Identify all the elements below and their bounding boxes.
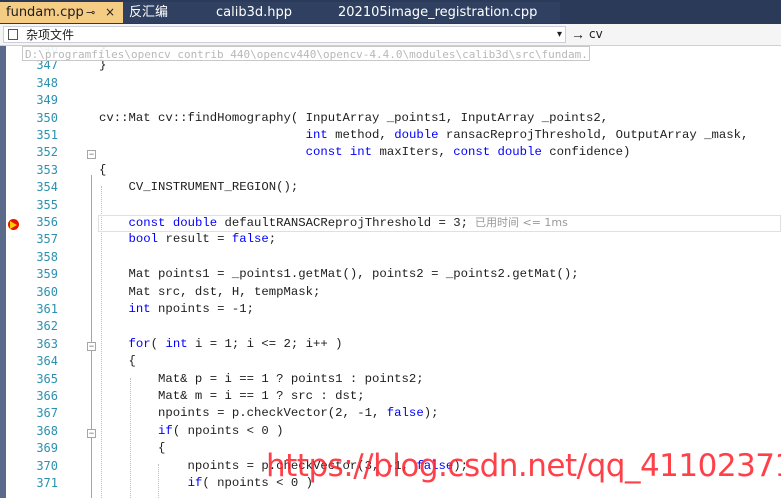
line-number: 355 (36, 197, 58, 212)
code-editor[interactable]: 346}347}348349350cv::Mat cv::findHomogra… (0, 46, 781, 498)
line-number: 367 (36, 406, 58, 421)
code-line[interactable]: 363 for( int i = 1; i <= 2; i++ ) (0, 336, 781, 353)
code-text: if( npoints < 0 ) (158, 423, 284, 438)
document-tab-bar: fundam.cpp ⊸ × 反汇编 calib3d.hpp 202105ima… (0, 0, 781, 24)
code-line[interactable]: 365 Mat& p = i == 1 ? points1 : points2; (0, 371, 781, 388)
code-text: bool result = false; (128, 232, 277, 247)
code-line[interactable]: 355 (0, 197, 781, 214)
code-line[interactable]: 350 cv::Mat cv::findHomography( InputArra… (0, 110, 781, 127)
close-icon[interactable]: × (105, 2, 115, 23)
code-text: { (99, 354, 136, 369)
collapse-icon[interactable]: − (87, 150, 96, 159)
navigation-bar: 杂项文件 ▾ → cv (0, 24, 781, 46)
code-text: int method, double ransacReprojThreshold… (305, 128, 749, 142)
current-line-highlight (98, 215, 781, 232)
code-line[interactable]: 361 int npoints = -1; (0, 301, 781, 318)
tab-fundam-cpp[interactable]: fundam.cpp ⊸ × (0, 2, 123, 23)
code-line[interactable]: 362 (0, 318, 781, 335)
tab-label: calib3d.hpp (216, 5, 292, 20)
tab-label: 反汇编 (129, 5, 169, 20)
tab-image-registration-cpp[interactable]: 202105image_registration.cpp (332, 2, 560, 23)
line-number: 354 (36, 180, 58, 195)
line-number: 361 (36, 302, 58, 316)
collapse-icon[interactable]: − (87, 429, 96, 438)
line-number: 359 (36, 267, 58, 282)
line-number: 360 (36, 284, 58, 299)
code-text: cv::Mat cv::findHomography( InputArray _… (99, 110, 609, 125)
code-line[interactable]: 352 const int maxIters, const double con… (0, 144, 781, 161)
tab-disassembly[interactable]: 反汇编 (123, 2, 210, 23)
line-number: 349 (36, 93, 58, 108)
line-number: 366 (36, 389, 58, 403)
line-number: 351 (36, 128, 58, 142)
line-number: 370 (36, 458, 58, 473)
line-number: 368 (36, 423, 58, 438)
code-text: Mat& m = i == 1 ? src : dst; (99, 389, 365, 403)
line-number: 369 (36, 441, 58, 456)
code-text: Mat points1 = _points1.getMat(), points2… (99, 267, 579, 282)
member-scope-label[interactable]: cv (589, 24, 603, 45)
file-icon (8, 29, 18, 40)
tab-label: fundam.cpp (6, 5, 84, 20)
tab-calib3d-hpp[interactable]: calib3d.hpp (210, 2, 332, 23)
chevron-down-icon[interactable]: ▾ (557, 27, 562, 43)
code-text: { (99, 441, 166, 456)
code-line[interactable]: 348 (0, 75, 781, 92)
code-line[interactable]: 367 npoints = p.checkVector(2, -1, false… (0, 405, 781, 422)
line-number: 353 (36, 162, 58, 177)
code-text: for( int i = 1; i <= 2; i++ ) (128, 336, 343, 351)
line-number: 348 (36, 75, 58, 90)
code-line[interactable]: 364 { (0, 353, 781, 370)
code-line[interactable]: 368 if( npoints < 0 ) (0, 423, 781, 440)
code-line[interactable]: 351 int method, double ransacReprojThres… (0, 127, 781, 144)
line-number: 352 (36, 145, 58, 160)
line-number: 363 (36, 336, 58, 351)
code-line[interactable]: 353 { (0, 162, 781, 179)
code-line[interactable]: 357 bool result = false; (0, 231, 781, 248)
collapse-icon[interactable]: − (87, 342, 96, 351)
line-number: 365 (36, 371, 58, 386)
line-number: 358 (36, 249, 58, 264)
instruction-pointer-icon (10, 221, 17, 229)
code-line[interactable]: 360 Mat src, dst, H, tempMask; (0, 284, 781, 301)
tab-label: 202105image_registration.cpp (338, 5, 538, 20)
line-number: 350 (36, 110, 58, 125)
line-number: 357 (36, 232, 58, 247)
watermark: https://blog.csdn.net/qq_41102371 (266, 448, 781, 484)
project-scope-dropdown[interactable]: 杂项文件 ▾ (3, 26, 566, 43)
code-text: Mat& p = i == 1 ? points1 : points2; (99, 371, 424, 386)
scope-label: 杂项文件 (26, 28, 75, 42)
pin-icon[interactable]: ⊸ (86, 2, 95, 23)
code-text: { (99, 162, 107, 177)
code-text: Mat src, dst, H, tempMask; (99, 284, 321, 299)
file-path-tooltip: D:\programfiles\opencv_contrib_440\openc… (22, 46, 590, 61)
arrow-right-icon: → (571, 26, 585, 42)
code-line[interactable]: 359 Mat points1 = _points1.getMat(), poi… (0, 266, 781, 283)
code-text: CV_INSTRUMENT_REGION(); (99, 180, 299, 195)
code-line[interactable]: 358 (0, 249, 781, 266)
code-line[interactable]: 349 (0, 92, 781, 109)
line-number: 362 (36, 319, 58, 334)
code-line[interactable]: 366 Mat& m = i == 1 ? src : dst; (0, 388, 781, 405)
code-text: npoints = p.checkVector(2, -1, false); (99, 406, 439, 421)
line-number: 371 (36, 476, 58, 490)
line-number: 364 (36, 354, 58, 369)
code-text: const int maxIters, const double confide… (305, 145, 631, 160)
code-line[interactable]: 354 CV_INSTRUMENT_REGION(); (0, 179, 781, 196)
code-text: int npoints = -1; (128, 302, 254, 316)
